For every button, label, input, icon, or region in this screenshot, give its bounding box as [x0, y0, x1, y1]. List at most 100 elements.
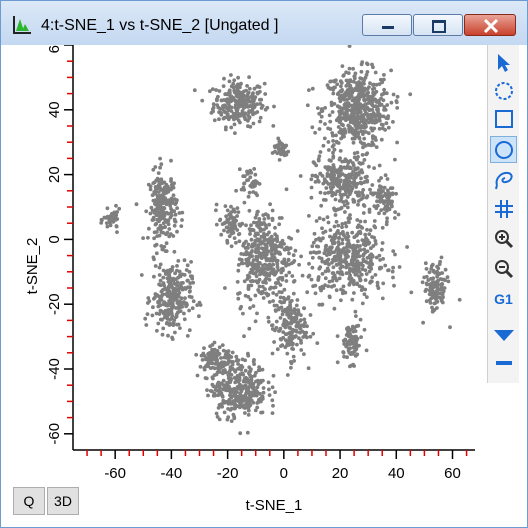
data-point	[387, 194, 391, 199]
data-point	[337, 120, 342, 124]
data-point	[288, 321, 293, 326]
data-point	[253, 319, 258, 324]
data-point	[168, 282, 172, 286]
data-point	[150, 313, 155, 318]
data-point	[338, 185, 342, 189]
data-point	[365, 105, 370, 110]
minimize-button[interactable]	[362, 14, 412, 36]
data-point	[278, 276, 282, 280]
data-point	[227, 79, 232, 84]
data-point	[340, 159, 345, 164]
data-point	[158, 317, 163, 322]
title-bar[interactable]: 4:t-SNE_1 vs t-SNE_2 [Ungated ]	[1, 1, 527, 45]
data-point	[249, 283, 254, 288]
3d-button[interactable]: 3D	[47, 487, 79, 515]
data-point	[290, 346, 294, 351]
data-point	[159, 162, 164, 167]
data-point	[362, 204, 367, 208]
data-point	[191, 299, 196, 304]
data-point	[200, 98, 205, 103]
data-point	[277, 158, 282, 162]
y-tick-label: -20	[46, 293, 63, 315]
data-point	[306, 274, 311, 279]
data-point	[222, 410, 227, 415]
ellipse-gate-tool[interactable]	[490, 136, 517, 163]
data-point	[173, 330, 177, 335]
data-point	[294, 303, 299, 308]
data-point	[114, 203, 118, 208]
zoom-in-tool[interactable]	[490, 225, 517, 252]
data-point	[242, 334, 246, 339]
data-point	[227, 360, 232, 364]
data-point	[391, 120, 395, 124]
maximize-button[interactable]	[413, 14, 463, 36]
q-button[interactable]: Q	[13, 487, 45, 515]
data-point	[232, 236, 237, 241]
data-point	[362, 136, 367, 141]
data-point	[145, 312, 150, 316]
gate-label-tool[interactable]: G1	[490, 285, 517, 312]
data-point	[309, 277, 314, 282]
data-point	[334, 78, 338, 83]
data-point	[234, 91, 239, 96]
data-point	[236, 268, 241, 273]
data-point	[339, 89, 344, 94]
data-point	[232, 117, 236, 122]
data-point	[358, 140, 363, 144]
data-point	[170, 314, 175, 319]
data-point	[156, 171, 161, 175]
data-point	[274, 292, 279, 297]
data-point	[299, 338, 303, 343]
data-point	[354, 261, 358, 266]
grid-quadrant-tool[interactable]	[490, 195, 517, 222]
data-point	[214, 88, 219, 92]
data-point	[277, 329, 281, 333]
data-point	[246, 194, 251, 199]
data-point	[386, 268, 391, 272]
pointer-arrow-icon	[497, 53, 510, 72]
freehand-gate-tool[interactable]	[490, 166, 517, 193]
collapse-tool[interactable]	[490, 349, 517, 376]
data-point	[285, 312, 289, 317]
rectangle-gate-tool[interactable]	[490, 105, 517, 132]
data-point	[260, 410, 265, 415]
data-point	[134, 202, 139, 207]
data-point	[208, 89, 212, 94]
data-point	[435, 274, 439, 279]
data-point	[152, 274, 156, 279]
data-point	[340, 237, 345, 242]
data-point	[380, 126, 385, 131]
dropdown-tool[interactable]	[490, 321, 517, 348]
data-point	[295, 229, 300, 233]
pointer-tool[interactable]	[490, 49, 517, 76]
data-point	[217, 391, 222, 396]
data-point	[183, 296, 187, 300]
dashed-circle-tool[interactable]	[490, 77, 517, 104]
data-point	[309, 177, 314, 182]
data-point	[372, 224, 377, 229]
data-point	[428, 289, 432, 293]
data-point	[266, 273, 270, 278]
x-tick-label: -60	[104, 465, 126, 482]
data-point	[146, 296, 151, 300]
zoom-out-tool[interactable]	[490, 255, 517, 282]
data-point	[335, 360, 340, 365]
data-point	[148, 211, 153, 216]
data-point	[362, 89, 367, 93]
data-point	[214, 222, 219, 227]
close-button[interactable]	[464, 14, 516, 36]
scatter-plot[interactable]: -60 -40 -20 0 20 40 60 -60 -40 -20 0 20 40 60 t-SNE_1…	[1, 45, 487, 519]
data-point	[327, 113, 332, 118]
data-point	[329, 284, 334, 289]
data-point	[279, 267, 284, 272]
data-point	[344, 109, 348, 114]
data-point	[396, 212, 401, 217]
plot-area[interactable]: -60 -40 -20 0 20 40 60 -60 -40 -20 0 20 40 60 t-SNE_1…	[1, 45, 487, 519]
data-point	[311, 240, 316, 245]
data-point	[330, 279, 335, 283]
data-point	[328, 185, 333, 190]
data-point	[155, 328, 159, 333]
data-point	[339, 84, 343, 89]
data-point	[141, 236, 146, 241]
data-point	[153, 191, 158, 196]
